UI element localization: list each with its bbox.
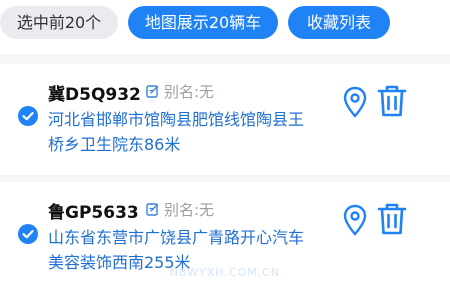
show-on-map-button[interactable]: 地图展示20辆车: [128, 6, 278, 39]
vehicle-list: 冀D5Q932 别名:无 河北省邯郸市馆陶县肥馆线馆陶县王桥乡卫生院东86米 鲁…: [0, 54, 450, 293]
check-icon[interactable]: [18, 224, 38, 244]
location-pin-icon[interactable]: [342, 204, 368, 240]
trash-icon[interactable]: [376, 202, 408, 240]
vehicle-alias: 别名:无: [164, 201, 215, 219]
toolbar: 选中前20个 地图展示20辆车 收藏列表: [0, 0, 450, 54]
vehicle-alias: 别名:无: [164, 83, 215, 101]
location-pin-icon[interactable]: [342, 86, 368, 122]
select-top-20-button[interactable]: 选中前20个: [0, 6, 118, 39]
trash-icon[interactable]: [376, 84, 408, 122]
check-icon[interactable]: [18, 106, 38, 126]
edit-icon[interactable]: [146, 201, 160, 220]
vehicle-card[interactable]: 冀D5Q932 别名:无 河北省邯郸市馆陶县肥馆线馆陶县王桥乡卫生院东86米: [0, 64, 450, 175]
watermark: N8WYXH.COM.CN: [169, 266, 281, 279]
plate-number: 鲁GP5633: [48, 203, 139, 223]
edit-icon[interactable]: [146, 83, 160, 102]
plate-number: 冀D5Q932: [48, 85, 141, 105]
vehicle-address[interactable]: 河北省邯郸市馆陶县肥馆线馆陶县王桥乡卫生院东86米: [48, 107, 318, 157]
favorites-list-button[interactable]: 收藏列表: [288, 6, 390, 39]
